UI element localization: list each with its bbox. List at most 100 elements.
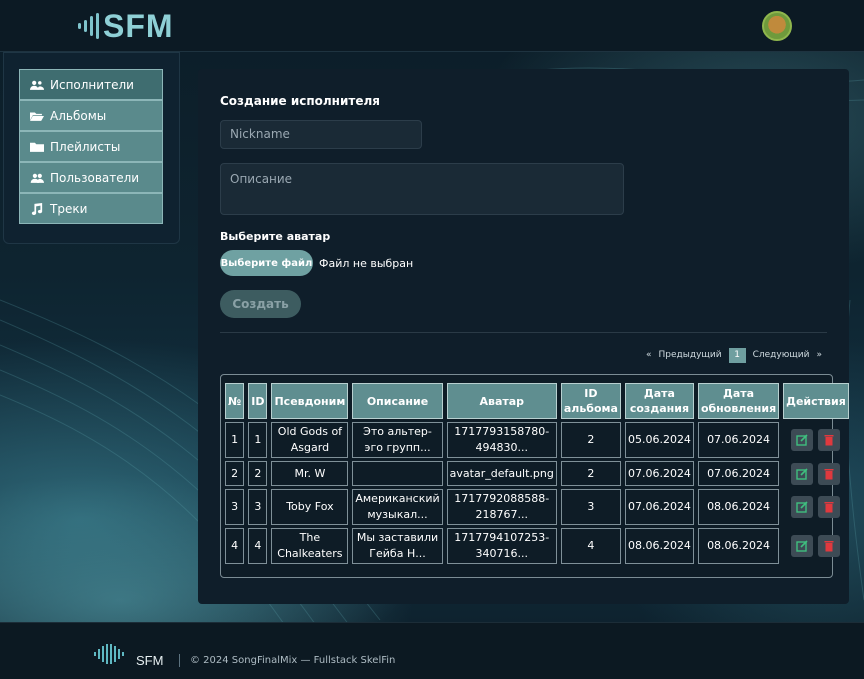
folder-icon bbox=[30, 142, 44, 152]
cell-actions bbox=[783, 422, 849, 458]
cell-actions bbox=[783, 461, 849, 486]
cell-nickname: Mr. W bbox=[271, 461, 349, 486]
description-textarea[interactable]: Описание bbox=[220, 163, 624, 215]
sidebar-item-albums[interactable]: Альбомы bbox=[19, 100, 163, 131]
cell-nickname: The Chalkeaters bbox=[271, 528, 349, 564]
cell-updated: 08.06.2024 bbox=[697, 489, 780, 525]
pagination: « Предыдущий 1 Следующий » bbox=[646, 347, 822, 363]
delete-button[interactable] bbox=[818, 462, 841, 485]
cell-num: 4 bbox=[225, 528, 245, 564]
footer: SFM © 2024 SongFinalMix — Fullstack Skel… bbox=[0, 622, 864, 679]
table-row: 1 1 Old Gods of Asgard Это альтер-эго гр… bbox=[225, 422, 849, 458]
cell-description: Это альтер-эго групп... bbox=[352, 422, 443, 458]
create-button[interactable]: Создать bbox=[220, 290, 301, 318]
nickname-input[interactable]: Nickname bbox=[220, 120, 422, 149]
footer-copyright: © 2024 SongFinalMix — Fullstack SkelFin bbox=[190, 655, 396, 666]
users-icon bbox=[30, 80, 44, 90]
edit-icon bbox=[796, 467, 809, 480]
table-row: 4 4 The Chalkeaters Мы заставили Гейба Н… bbox=[225, 528, 849, 564]
cell-id: 4 bbox=[248, 528, 268, 564]
delete-button[interactable] bbox=[818, 429, 841, 451]
col-header-avatar[interactable]: Аватар bbox=[446, 383, 557, 419]
file-status: Файл не выбран bbox=[319, 257, 414, 270]
delete-button[interactable] bbox=[818, 496, 841, 518]
cell-album-id: 2 bbox=[560, 422, 621, 458]
prev-arrow[interactable]: « bbox=[646, 350, 652, 360]
cell-actions bbox=[783, 528, 849, 564]
trash-icon bbox=[824, 468, 834, 479]
form-title: Создание исполнителя bbox=[220, 94, 380, 108]
footer-divider bbox=[179, 654, 180, 667]
sidebar-nav: Исполнители Альбомы Плейлисты Пользовате… bbox=[19, 69, 163, 224]
app-logo[interactable]: SFM bbox=[78, 7, 174, 44]
edit-button[interactable] bbox=[791, 462, 814, 485]
trash-icon bbox=[824, 541, 834, 552]
edit-button[interactable] bbox=[791, 496, 814, 518]
cell-id: 2 bbox=[248, 461, 268, 486]
next-arrow[interactable]: » bbox=[816, 350, 822, 360]
table-row: 2 2 Mr. W avatar_default.png 2 07.06.202… bbox=[225, 461, 849, 486]
artist-panel: Создание исполнителя Nickname Описание В… bbox=[198, 69, 849, 604]
cell-avatar: 1717793158780-494830... bbox=[446, 422, 557, 458]
edit-button[interactable] bbox=[791, 535, 814, 557]
divider bbox=[220, 332, 827, 333]
cell-actions bbox=[783, 489, 849, 525]
cell-num: 2 bbox=[225, 461, 245, 486]
cell-updated: 08.06.2024 bbox=[697, 528, 780, 564]
sidebar-item-label: Исполнители bbox=[50, 77, 134, 92]
sidebar: Исполнители Альбомы Плейлисты Пользовате… bbox=[3, 52, 180, 244]
equalizer-icon bbox=[78, 12, 99, 40]
footer-logo-icon bbox=[94, 644, 124, 664]
cell-id: 3 bbox=[248, 489, 268, 525]
cell-nickname: Toby Fox bbox=[271, 489, 349, 525]
next-page-link[interactable]: Следующий bbox=[753, 350, 810, 360]
sidebar-item-playlists[interactable]: Плейлисты bbox=[19, 131, 163, 162]
trash-icon bbox=[824, 502, 834, 513]
artists-table: № ID Псевдоним Описание Аватар ID альбом… bbox=[220, 374, 849, 578]
folder-open-icon bbox=[30, 112, 44, 121]
cell-avatar: avatar_default.png bbox=[446, 461, 557, 486]
sidebar-item-artists[interactable]: Исполнители bbox=[19, 69, 163, 100]
sidebar-item-label: Плейлисты bbox=[50, 139, 121, 154]
delete-button[interactable] bbox=[818, 535, 841, 557]
col-header-actions: Действия bbox=[783, 383, 849, 419]
col-header-created[interactable]: Дата создания bbox=[624, 383, 694, 419]
col-header-album-id[interactable]: ID альбома bbox=[560, 383, 621, 419]
table-header-row: № ID Псевдоним Описание Аватар ID альбом… bbox=[225, 383, 849, 419]
top-header: SFM bbox=[0, 0, 864, 52]
cell-updated: 07.06.2024 bbox=[697, 461, 780, 486]
trash-icon bbox=[824, 435, 834, 446]
table-row: 3 3 Toby Fox Американский музыкал... 171… bbox=[225, 489, 849, 525]
cell-created: 07.06.2024 bbox=[624, 461, 694, 486]
cell-created: 05.06.2024 bbox=[624, 422, 694, 458]
cell-nickname: Old Gods of Asgard bbox=[271, 422, 349, 458]
cell-description: Мы заставили Гейба Н... bbox=[352, 528, 443, 564]
cell-album-id: 4 bbox=[560, 528, 621, 564]
cell-created: 08.06.2024 bbox=[624, 528, 694, 564]
choose-file-button[interactable]: Выберите файл bbox=[220, 250, 313, 276]
cell-updated: 07.06.2024 bbox=[697, 422, 780, 458]
col-header-nickname[interactable]: Псевдоним bbox=[271, 383, 349, 419]
footer-logo-text: SFM bbox=[136, 653, 164, 668]
edit-button[interactable] bbox=[791, 429, 814, 451]
cell-created: 07.06.2024 bbox=[624, 489, 694, 525]
user-group-icon bbox=[30, 173, 44, 183]
user-avatar[interactable] bbox=[762, 11, 792, 41]
cell-description bbox=[352, 461, 443, 486]
sidebar-item-tracks[interactable]: Треки bbox=[19, 193, 163, 224]
music-note-icon bbox=[31, 202, 43, 215]
sidebar-item-users[interactable]: Пользователи bbox=[19, 162, 163, 193]
logo-text: SFM bbox=[103, 7, 174, 44]
col-header-id[interactable]: ID bbox=[248, 383, 268, 419]
cell-album-id: 2 bbox=[560, 461, 621, 486]
col-header-updated[interactable]: Дата обновления bbox=[697, 383, 780, 419]
current-page[interactable]: 1 bbox=[728, 347, 746, 363]
sidebar-item-label: Альбомы bbox=[50, 108, 107, 123]
prev-page-link[interactable]: Предыдущий bbox=[659, 350, 722, 360]
sidebar-item-label: Треки bbox=[50, 201, 88, 216]
edit-icon bbox=[796, 540, 809, 552]
col-header-description[interactable]: Описание bbox=[352, 383, 443, 419]
avatar-label: Выберите аватар bbox=[220, 230, 331, 243]
col-header-num[interactable]: № bbox=[225, 383, 245, 419]
cell-num: 1 bbox=[225, 422, 245, 458]
